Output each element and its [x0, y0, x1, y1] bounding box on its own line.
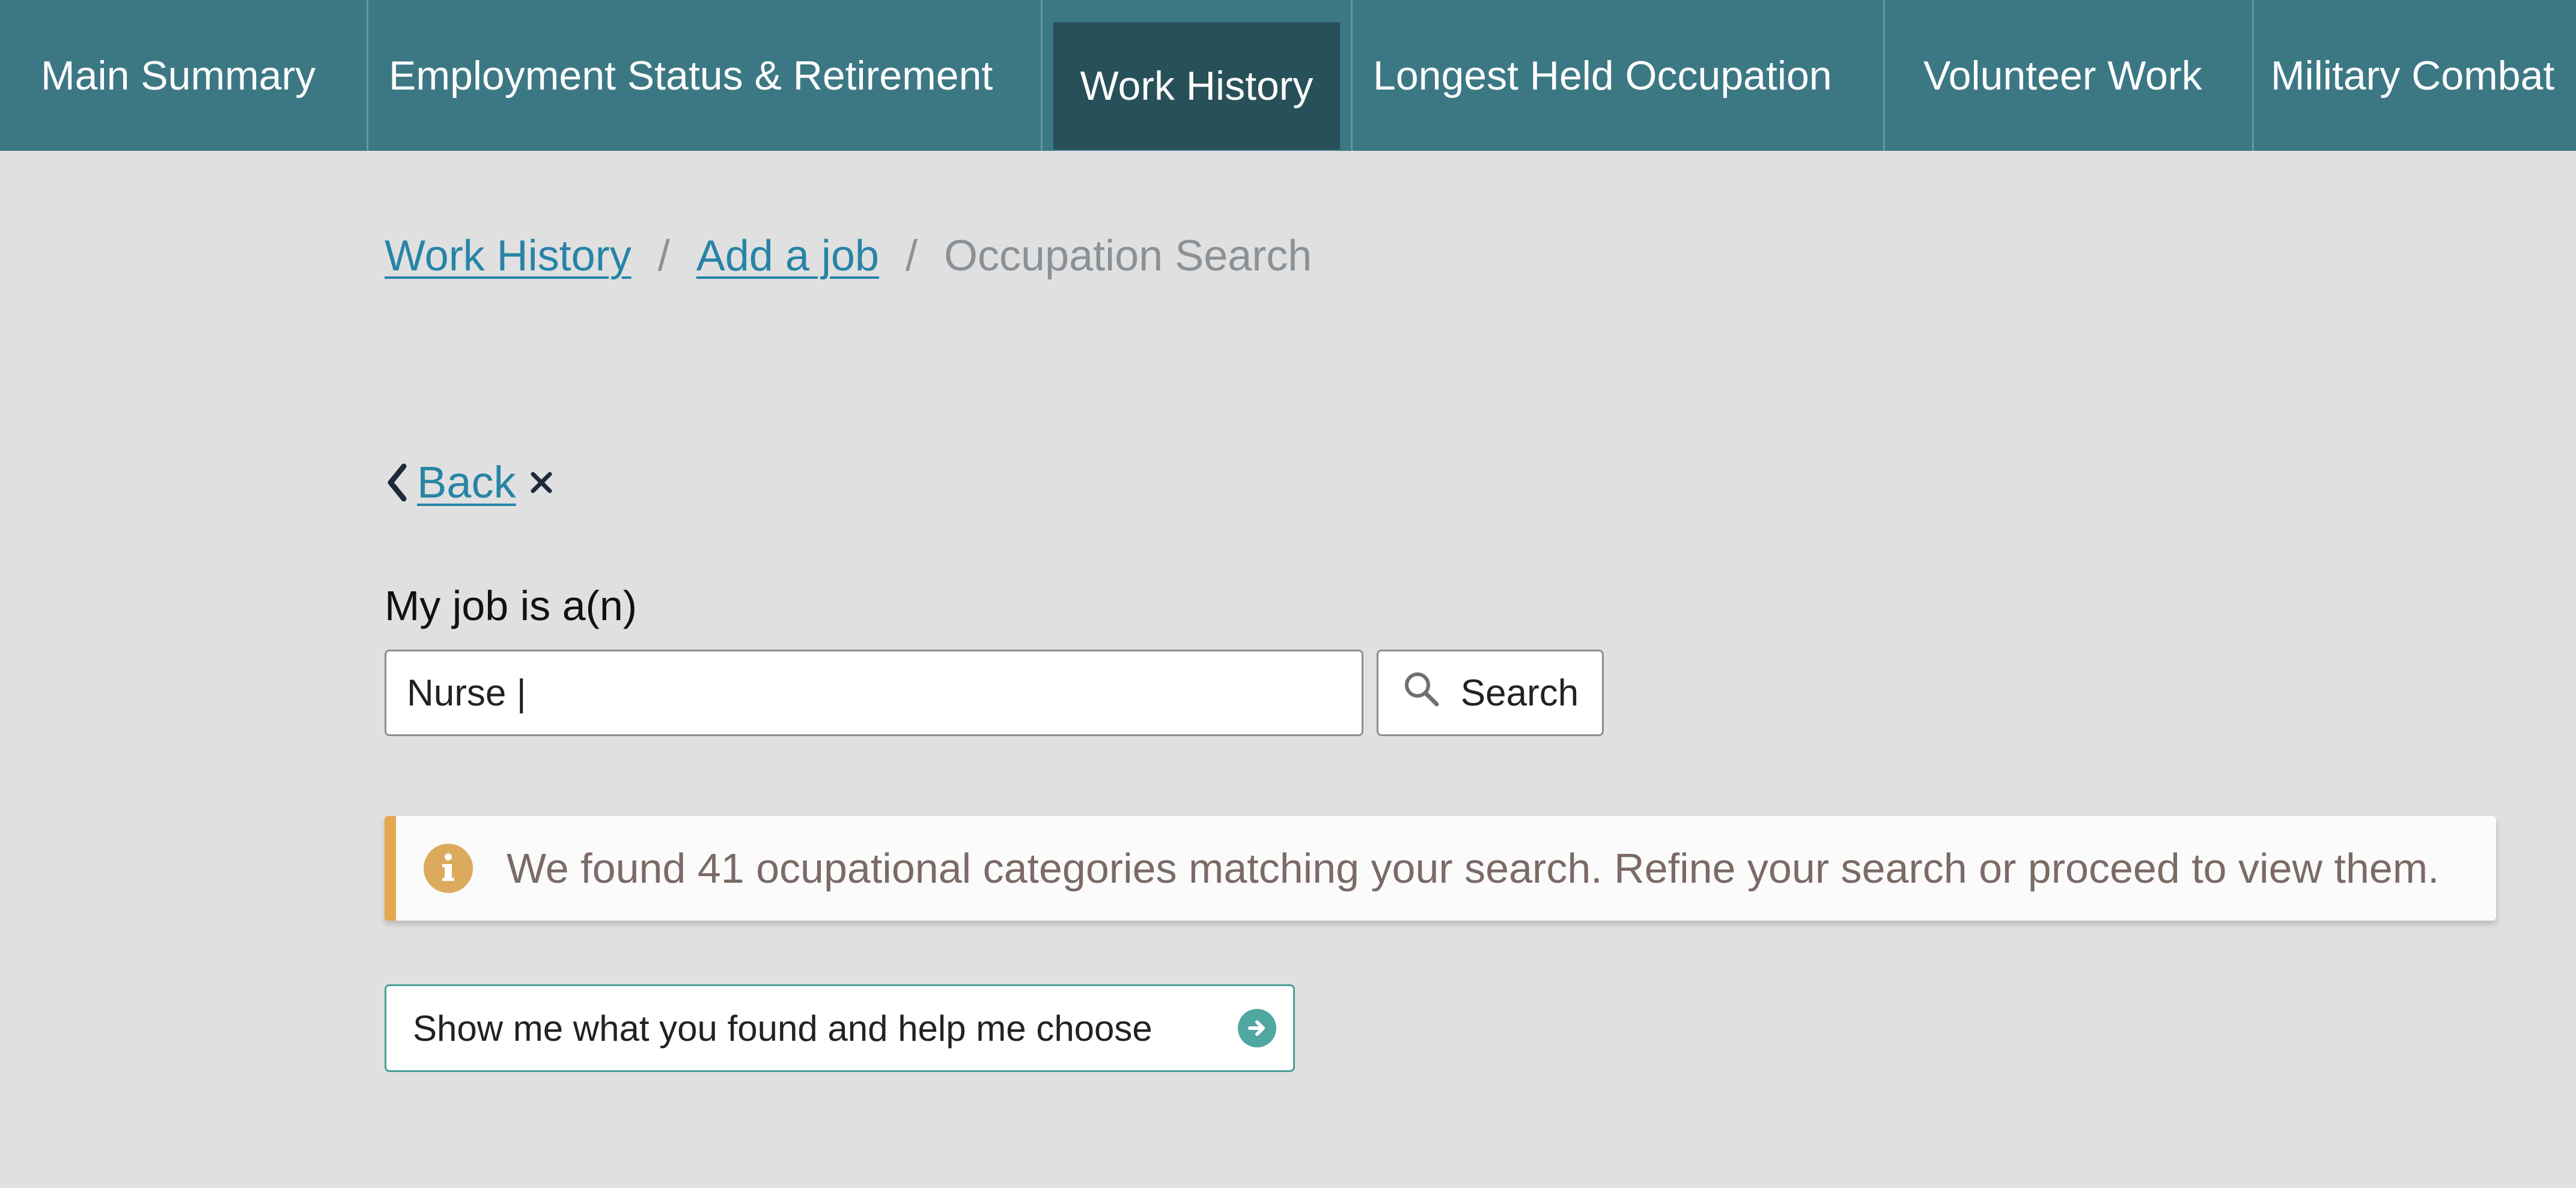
tab-main-summary[interactable]: Main Summary	[0, 0, 368, 151]
tab-label: Employment Status & Retirement	[389, 52, 993, 99]
tab-label: Volunteer Work	[1923, 52, 2202, 99]
search-icon	[1402, 669, 1461, 717]
chevron-left-icon[interactable]	[385, 458, 413, 507]
top-navigation: Main Summary Employment Status & Retirem…	[0, 0, 2576, 151]
show-results-label: Show me what you found and help me choos…	[413, 1008, 1153, 1049]
tab-military-combat[interactable]: Military Combat	[2254, 0, 2576, 151]
tab-longest-held-occupation[interactable]: Longest Held Occupation	[1353, 0, 1885, 151]
breadcrumb-add-a-job-link[interactable]: Add a job	[696, 231, 879, 281]
breadcrumb-work-history-link[interactable]: Work History	[385, 231, 632, 281]
arrow-right-circle-icon	[1238, 1009, 1276, 1047]
back-navigation: Back	[385, 457, 557, 508]
tab-label: Military Combat	[2271, 52, 2555, 99]
breadcrumb: Work History / Add a job / Occupation Se…	[385, 231, 1312, 281]
alert-message: We found 41 ocupational categories match…	[507, 845, 2440, 892]
breadcrumb-separator: /	[905, 232, 918, 280]
info-icon	[424, 844, 473, 893]
search-results-alert: We found 41 ocupational categories match…	[385, 816, 2496, 921]
tab-employment-status-retirement[interactable]: Employment Status & Retirement	[368, 0, 1043, 151]
breadcrumb-current-page: Occupation Search	[943, 232, 1312, 280]
breadcrumb-separator: /	[657, 232, 670, 280]
tab-volunteer-work[interactable]: Volunteer Work	[1885, 0, 2254, 151]
tab-label: Main Summary	[41, 52, 316, 99]
tab-label: Work History	[1080, 63, 1314, 109]
close-icon[interactable]	[528, 468, 557, 497]
search-button[interactable]: Search	[1377, 650, 1604, 736]
active-tab-highlight: Work History	[1053, 22, 1341, 150]
show-results-button[interactable]: Show me what you found and help me choos…	[385, 984, 1295, 1072]
job-field-label: My job is a(n)	[385, 582, 638, 629]
back-link[interactable]: Back	[417, 457, 516, 508]
tab-work-history[interactable]: Work History	[1043, 0, 1353, 151]
search-button-label: Search	[1460, 672, 1579, 714]
job-search-input[interactable]	[385, 650, 1363, 736]
tab-label: Longest Held Occupation	[1373, 52, 1832, 99]
